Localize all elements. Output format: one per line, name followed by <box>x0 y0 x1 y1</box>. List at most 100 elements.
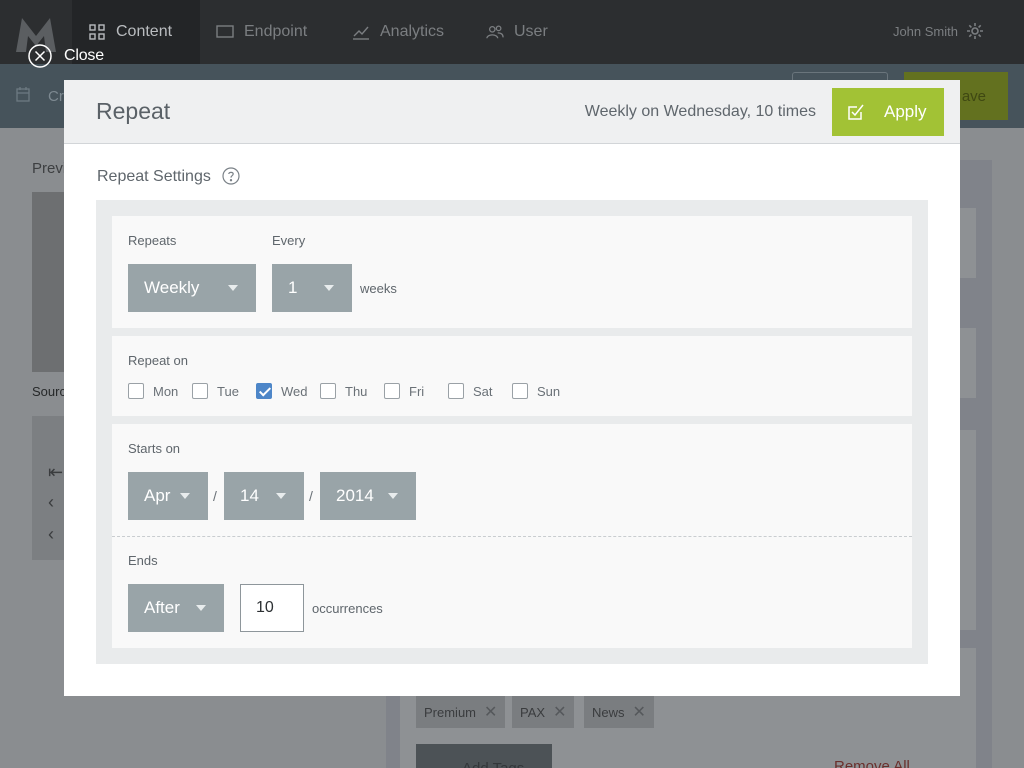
chevron-down-icon <box>276 493 286 499</box>
close-button[interactable]: Close <box>28 44 104 68</box>
nav-item-endpoint[interactable]: Endpoint <box>216 0 307 64</box>
monitor-icon <box>216 25 234 38</box>
user-name[interactable]: John Smith <box>893 24 958 39</box>
ends-value: After <box>144 598 180 617</box>
day-label: Mon <box>153 383 179 399</box>
grid-icon <box>89 24 105 40</box>
chevron-down-icon <box>324 285 334 291</box>
start-day-value: 14 <box>240 486 259 505</box>
occurrences-input[interactable] <box>240 584 304 632</box>
ends-label: Ends <box>128 553 158 568</box>
day-label: Sat <box>473 383 493 399</box>
day-label: Sun <box>537 383 561 399</box>
checkbox-edit-icon <box>848 104 864 120</box>
start-month-value: Apr <box>144 486 171 505</box>
start-year-dropdown[interactable]: 2014 <box>320 472 416 520</box>
source-label: Sourc <box>32 384 66 399</box>
checkbox[interactable] <box>320 383 336 399</box>
checkbox[interactable] <box>128 383 144 399</box>
tag-label: PAX <box>520 704 546 720</box>
repeat-on-card: Repeat on Mon Tue Wed Thu Fri Sat Sun <box>112 336 912 416</box>
gear-icon[interactable] <box>966 22 984 40</box>
close-label: Close <box>64 47 104 64</box>
section-divider <box>112 536 912 537</box>
repeat-summary: Weekly on Wednesday, 10 times <box>584 103 816 120</box>
apply-button[interactable]: Apply <box>832 88 944 136</box>
day-label: Wed <box>281 383 308 399</box>
start-day-dropdown[interactable]: 14 <box>224 472 304 520</box>
day-checkbox-fri[interactable]: Fri <box>384 383 424 399</box>
remove-tag-icon[interactable]: ✕ <box>553 702 566 722</box>
help-icon[interactable] <box>222 167 240 185</box>
repeat-settings-title: Repeat Settings <box>97 168 211 185</box>
tag-chip: PAX ✕ <box>512 696 575 728</box>
chevron-down-icon <box>388 493 398 499</box>
details-card <box>960 430 976 630</box>
checkbox[interactable] <box>192 383 208 399</box>
nav-item-label: User <box>514 23 548 40</box>
day-label: Fri <box>409 383 425 399</box>
day-checkbox-mon[interactable]: Mon <box>128 383 178 399</box>
details-card <box>960 208 976 278</box>
skip-start-icon[interactable]: ⇤ <box>48 462 63 483</box>
preview-label: Previ <box>32 160 67 177</box>
checkbox[interactable] <box>512 383 528 399</box>
repeats-card: Repeats Every Weekly 1 weeks <box>112 216 912 328</box>
remove-tag-icon[interactable]: ✕ <box>633 702 646 722</box>
nav-item-label: Analytics <box>380 23 445 40</box>
modal-header: Repeat Weekly on Wednesday, 10 times App… <box>64 80 960 144</box>
day-checkbox-tue[interactable]: Tue <box>192 383 239 399</box>
checkbox[interactable] <box>448 383 464 399</box>
repeat-on-label: Repeat on <box>128 353 188 368</box>
checkbox[interactable] <box>384 383 400 399</box>
tag-label: Premium <box>424 704 477 720</box>
date-separator: / <box>213 488 217 504</box>
chevron-down-icon <box>196 605 206 611</box>
start-year-value: 2014 <box>336 486 374 505</box>
details-card <box>960 328 976 398</box>
chevron-left-icon[interactable]: ‹ <box>48 492 54 513</box>
repeats-dropdown[interactable]: Weekly <box>128 264 256 312</box>
day-checkbox-wed[interactable]: Wed <box>256 383 308 399</box>
top-navigation-bar: Content Endpoint Analytics User John Smi… <box>0 0 1024 64</box>
start-month-dropdown[interactable]: Apr <box>128 472 208 520</box>
repeats-label: Repeats <box>128 233 177 248</box>
starts-on-label: Starts on <box>128 441 181 456</box>
users-icon <box>486 25 504 39</box>
every-value: 1 <box>288 278 298 297</box>
day-checkbox-sun[interactable]: Sun <box>512 383 560 399</box>
tag-chip: News ✕ <box>584 696 654 728</box>
chevron-down-icon <box>180 493 190 499</box>
calendar-icon <box>16 87 30 102</box>
repeat-settings-panel: Repeats Every Weekly 1 weeks Repeat on M… <box>96 200 928 664</box>
dates-card: Starts on Apr / 14 / 2014 Ends After 10 … <box>112 424 912 648</box>
ends-dropdown[interactable]: After <box>128 584 224 632</box>
nav-item-label: Content <box>116 23 173 40</box>
occurrences-suffix: occurrences <box>312 601 383 616</box>
day-checkbox-thu[interactable]: Thu <box>320 383 367 399</box>
day-label: Tue <box>217 383 239 399</box>
day-checkbox-sat[interactable]: Sat <box>448 383 493 399</box>
add-tags-button[interactable]: Add Tags <box>416 744 552 768</box>
tag-chip: Premium ✕ <box>416 696 506 728</box>
nav-item-label: Endpoint <box>244 23 308 40</box>
sub-toolbar-title: Cr <box>48 88 64 105</box>
remove-tag-icon[interactable]: ✕ <box>484 702 497 722</box>
every-dropdown[interactable]: 1 <box>272 264 352 312</box>
apply-button-label: Apply <box>884 102 927 121</box>
nav-item-user[interactable]: User <box>486 0 548 64</box>
repeats-value: Weekly <box>144 278 200 297</box>
chevron-left-icon[interactable]: ‹ <box>48 524 54 545</box>
remove-all-link[interactable]: Remove All <box>834 758 910 768</box>
chevron-down-icon <box>228 285 238 291</box>
repeat-modal: Repeat Weekly on Wednesday, 10 times App… <box>64 80 960 696</box>
nav-item-analytics[interactable]: Analytics <box>352 0 444 64</box>
checkbox-checked[interactable] <box>256 383 272 399</box>
tag-label: News <box>592 704 625 720</box>
close-circle-icon <box>28 44 52 68</box>
modal-title: Repeat <box>96 98 171 124</box>
save-button-label: ave <box>961 87 986 105</box>
every-suffix: weeks <box>360 281 397 296</box>
add-tags-label: Add Tags <box>462 760 524 768</box>
date-separator: / <box>309 488 313 504</box>
